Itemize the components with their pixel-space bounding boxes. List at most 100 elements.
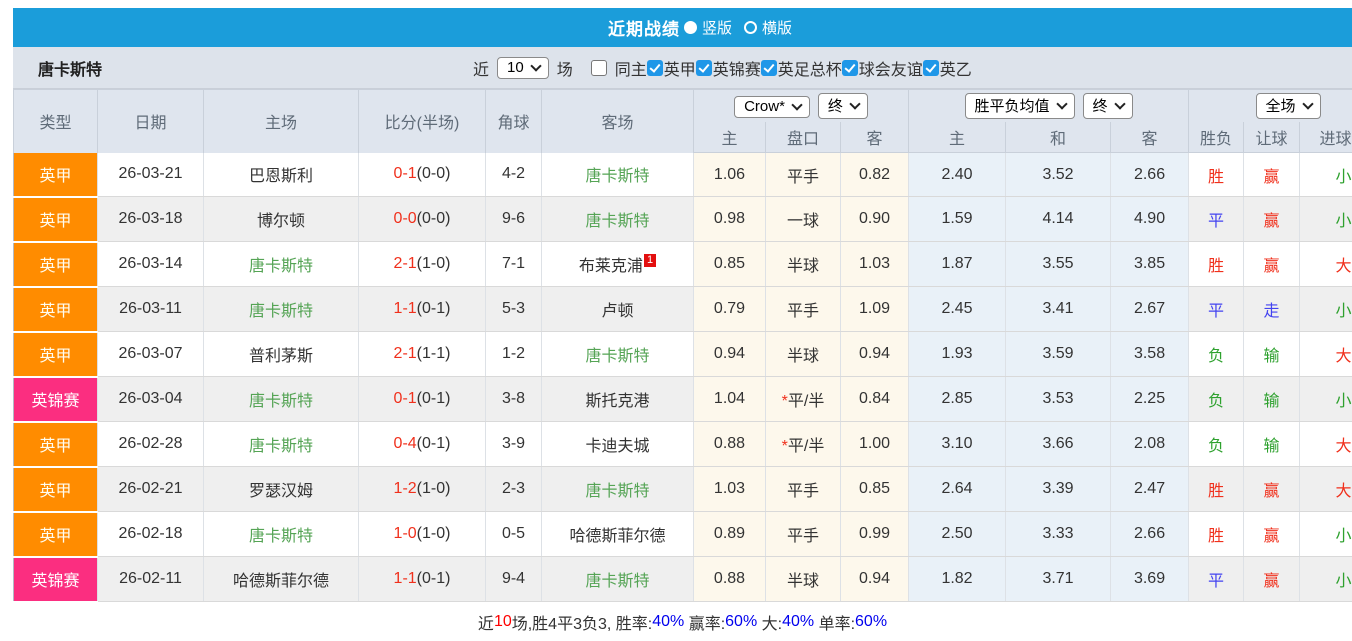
odds-source-select[interactable]: Crow* xyxy=(734,96,810,118)
cell-handicap-home-odds: 0.94 xyxy=(694,332,766,377)
filter-checkbox-label[interactable]: 英锦赛 xyxy=(713,56,761,80)
filter-checkbox-label[interactable]: 球会友谊 xyxy=(859,56,923,80)
team-link[interactable]: 巴恩斯利 xyxy=(249,168,313,185)
filter-checkbox-league-5[interactable]: 英乙 xyxy=(923,56,972,80)
cell-avg-draw-odds: 3.52 xyxy=(1006,153,1111,197)
team-link[interactable]: 普利茅斯 xyxy=(249,348,313,365)
filter-checkbox-league-4[interactable]: 球会友谊 xyxy=(842,56,923,80)
avg-time-select[interactable]: 终 xyxy=(1083,93,1133,119)
cell-league-type: 英甲 xyxy=(14,242,98,287)
fulltime-score: 0-0 xyxy=(394,210,417,227)
team-link[interactable]: 博尔顿 xyxy=(257,213,305,230)
layout-radio-vertical[interactable]: 竖版 xyxy=(682,17,732,38)
layout-radio-horizontal[interactable]: 横版 xyxy=(734,17,792,38)
cell-avg-away-odds: 3.58 xyxy=(1111,332,1189,377)
team-link[interactable]: 唐卡斯特 xyxy=(585,168,649,185)
team-link[interactable]: 唐卡斯特 xyxy=(585,348,649,365)
cell-corners: 9-6 xyxy=(486,197,542,242)
cell-avg-home-odds: 1.59 xyxy=(909,197,1006,242)
cell-avg-away-odds: 3.69 xyxy=(1111,557,1189,602)
section-titlebar: 近期战绩 竖版 横版 xyxy=(13,8,1352,47)
team-link[interactable]: 唐卡斯特 xyxy=(249,438,313,455)
odds-time-select[interactable]: 终 xyxy=(818,93,868,119)
scope-group-header: 全场 xyxy=(1189,90,1352,123)
cell-score: 0-1(0-1) xyxy=(359,377,486,422)
fulltime-score: 1-2 xyxy=(394,480,417,497)
cell-handicap-away-odds: 1.00 xyxy=(841,422,909,467)
cell-handicap-away-odds: 0.82 xyxy=(841,153,909,197)
team-link[interactable]: 卡迪夫城 xyxy=(585,438,649,455)
team-link[interactable]: 唐卡斯特 xyxy=(249,258,313,275)
cell-avg-away-odds: 2.08 xyxy=(1111,422,1189,467)
team-link[interactable]: 罗瑟汉姆 xyxy=(249,483,313,500)
cell-handicap-home-odds: 0.88 xyxy=(694,557,766,602)
team-link[interactable]: 唐卡斯特 xyxy=(585,483,649,500)
cell-goals-result: 小 xyxy=(1300,197,1352,242)
cell-home-team: 唐卡斯特 xyxy=(204,422,359,467)
cell-handicap-result: 赢 xyxy=(1244,557,1300,602)
cell-date: 26-02-18 xyxy=(98,512,204,557)
avg-source-select[interactable]: 胜平负均值 xyxy=(965,93,1075,119)
cell-goals-result: 大 xyxy=(1300,332,1352,377)
cell-date: 26-02-28 xyxy=(98,422,204,467)
cell-home-team: 哈德斯菲尔德 xyxy=(204,557,359,602)
checkbox-unchecked-icon[interactable] xyxy=(591,60,607,76)
cell-away-team: 卢顿 xyxy=(542,287,694,332)
team-link[interactable]: 唐卡斯特 xyxy=(249,528,313,545)
filter-checkbox-league-3[interactable]: 英足总杯 xyxy=(761,56,842,80)
checkbox-checked-icon[interactable] xyxy=(842,60,858,76)
filter-checkbox-label[interactable]: 英甲 xyxy=(664,56,696,80)
checkbox-checked-icon[interactable] xyxy=(696,60,712,76)
scope-select[interactable]: 全场 xyxy=(1256,93,1321,119)
match-row: 英甲26-02-28唐卡斯特0-4(0-1)3-9卡迪夫城0.88*平/半1.0… xyxy=(14,422,1352,467)
team-link[interactable]: 唐卡斯特 xyxy=(249,393,313,410)
cell-home-team: 唐卡斯特 xyxy=(204,512,359,557)
cell-score: 1-1(0-1) xyxy=(359,287,486,332)
halftime-score: (1-0) xyxy=(417,525,451,542)
filter-checkbox-label[interactable]: 英乙 xyxy=(940,56,972,80)
filter-checkbox-league-2[interactable]: 英锦赛 xyxy=(696,56,761,80)
radio-selected-icon[interactable] xyxy=(684,21,697,34)
team-link[interactable]: 卢顿 xyxy=(601,303,633,320)
cell-goals-result: 小 xyxy=(1300,377,1352,422)
team-link[interactable]: 哈德斯菲尔德 xyxy=(233,573,329,590)
team-link[interactable]: 唐卡斯特 xyxy=(585,213,649,230)
filter-checkbox-league-1[interactable]: 英甲 xyxy=(647,56,696,80)
match-row: 英甲26-03-14唐卡斯特2-1(1-0)7-1布莱克浦10.85半球1.03… xyxy=(14,242,1352,287)
cell-corners: 7-1 xyxy=(486,242,542,287)
team-link[interactable]: 哈德斯菲尔德 xyxy=(569,528,665,545)
cell-league-type: 英锦赛 xyxy=(14,557,98,602)
halftime-score: (0-0) xyxy=(417,210,451,227)
cell-avg-home-odds: 1.87 xyxy=(909,242,1006,287)
cell-handicap-away-odds: 0.85 xyxy=(841,467,909,512)
checkbox-checked-icon[interactable] xyxy=(923,60,939,76)
cell-handicap-away-odds: 1.09 xyxy=(841,287,909,332)
cell-avg-draw-odds: 3.53 xyxy=(1006,377,1111,422)
match-row: 英甲26-03-07普利茅斯2-1(1-1)1-2唐卡斯特0.94半球0.941… xyxy=(14,332,1352,377)
team-link[interactable]: 布莱克浦 xyxy=(579,258,643,275)
cell-corners: 9-4 xyxy=(486,557,542,602)
match-row: 英甲26-03-18博尔顿0-0(0-0)9-6唐卡斯特0.98一球0.901.… xyxy=(14,197,1352,242)
radio-vertical-label[interactable]: 竖版 xyxy=(702,17,732,38)
checkbox-checked-icon[interactable] xyxy=(761,60,777,76)
summary-segment: 60% xyxy=(855,613,887,631)
team-link[interactable]: 唐卡斯特 xyxy=(249,303,313,320)
checkbox-checked-icon[interactable] xyxy=(647,60,663,76)
radio-horizontal-label[interactable]: 横版 xyxy=(762,17,792,38)
cell-avg-draw-odds: 3.71 xyxy=(1006,557,1111,602)
cell-handicap-line: 半球 xyxy=(766,332,841,377)
filter-checkbox-label[interactable]: 英足总杯 xyxy=(778,56,842,80)
filter-checkbox-label[interactable]: 同主 xyxy=(615,56,647,80)
sub-header-outcome: 胜负 xyxy=(1189,122,1244,153)
radio-unselected-icon[interactable] xyxy=(744,21,757,34)
team-link[interactable]: 唐卡斯特 xyxy=(585,573,649,590)
cell-handicap-home-odds: 0.88 xyxy=(694,422,766,467)
filter-checkbox-same-home[interactable]: 同主 xyxy=(583,56,647,80)
team-link[interactable]: 斯托克港 xyxy=(585,393,649,410)
cell-goals-result: 小 xyxy=(1300,153,1352,197)
recent-count-select[interactable]: 10 xyxy=(497,57,549,79)
cell-score: 1-0(1-0) xyxy=(359,512,486,557)
cell-league-type: 英甲 xyxy=(14,467,98,512)
col-header-type: 类型 xyxy=(14,90,98,153)
cell-score: 2-1(1-0) xyxy=(359,242,486,287)
